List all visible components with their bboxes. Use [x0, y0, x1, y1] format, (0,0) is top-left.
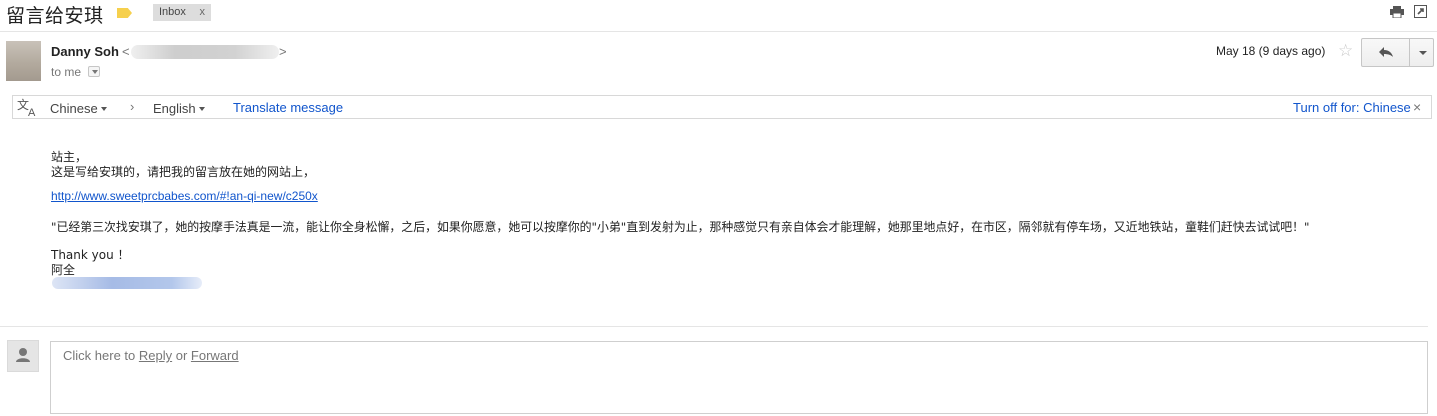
translate-message-link[interactable]: Translate message [233, 100, 343, 115]
more-actions-button[interactable] [1409, 38, 1434, 67]
target-language-label: English [153, 101, 196, 116]
subject-title: 留言给安琪 [6, 5, 104, 27]
sender-avatar[interactable] [6, 41, 41, 81]
translate-bar [12, 95, 1432, 119]
language-arrow: › [130, 99, 135, 114]
sender-email-open: < [122, 44, 130, 59]
sender-email-close: > [279, 44, 287, 59]
message-line: 这是写给安琪的，请把我的留言放在她的网站上， [51, 165, 316, 179]
signature-redacted [52, 277, 202, 289]
remove-label-button[interactable]: x [200, 6, 206, 18]
target-language-select[interactable]: English [153, 101, 205, 116]
source-language-label: Chinese [50, 101, 98, 116]
reply-prompt-prefix: Click here to [63, 348, 139, 363]
message-divider [0, 326, 1428, 327]
show-details-dropdown[interactable] [88, 66, 100, 77]
header-divider [0, 31, 1437, 32]
person-icon [16, 348, 30, 362]
reply-prompt-or: or [172, 348, 191, 363]
svg-text:A: A [28, 107, 36, 117]
message-signature: 阿全 [51, 263, 76, 277]
inbox-label-text: Inbox [159, 6, 186, 18]
message-link[interactable]: http://www.sweetprcbabes.com/#!an-qi-new… [51, 189, 318, 203]
reply-icon [1379, 47, 1393, 57]
sender-name[interactable]: Danny Soh [51, 44, 119, 59]
new-window-icon[interactable] [1414, 5, 1427, 18]
label-tag-icon[interactable] [117, 8, 132, 18]
reply-button[interactable] [1361, 38, 1410, 67]
translate-icon: 文 A [17, 97, 39, 119]
message-date: May 18 (9 days ago) [1216, 44, 1326, 58]
source-language-select[interactable]: Chinese [50, 101, 107, 116]
chevron-down-icon [198, 107, 205, 111]
recipient-label: to me [51, 65, 82, 79]
print-icon[interactable] [1390, 6, 1404, 19]
reply-box[interactable] [50, 341, 1428, 414]
turn-off-translation-link[interactable]: Turn off for: Chinese [1293, 100, 1411, 115]
user-avatar [7, 340, 39, 372]
star-icon[interactable]: ☆ [1338, 42, 1356, 60]
chevron-down-icon [100, 107, 107, 111]
message-paragraph: "已经第三次找安琪了，她的按摩手法真是一流，能让你全身松懈，之后，如果你愿意，她… [51, 220, 1310, 234]
inbox-label-chip[interactable]: Inbox x [153, 4, 211, 21]
reply-prompt: Click here to Reply or Forward [63, 348, 239, 363]
sender-email-redacted [131, 45, 279, 59]
close-translate-bar-button[interactable]: × [1413, 99, 1421, 115]
reply-link[interactable]: Reply [139, 348, 172, 363]
forward-link[interactable]: Forward [191, 348, 239, 363]
